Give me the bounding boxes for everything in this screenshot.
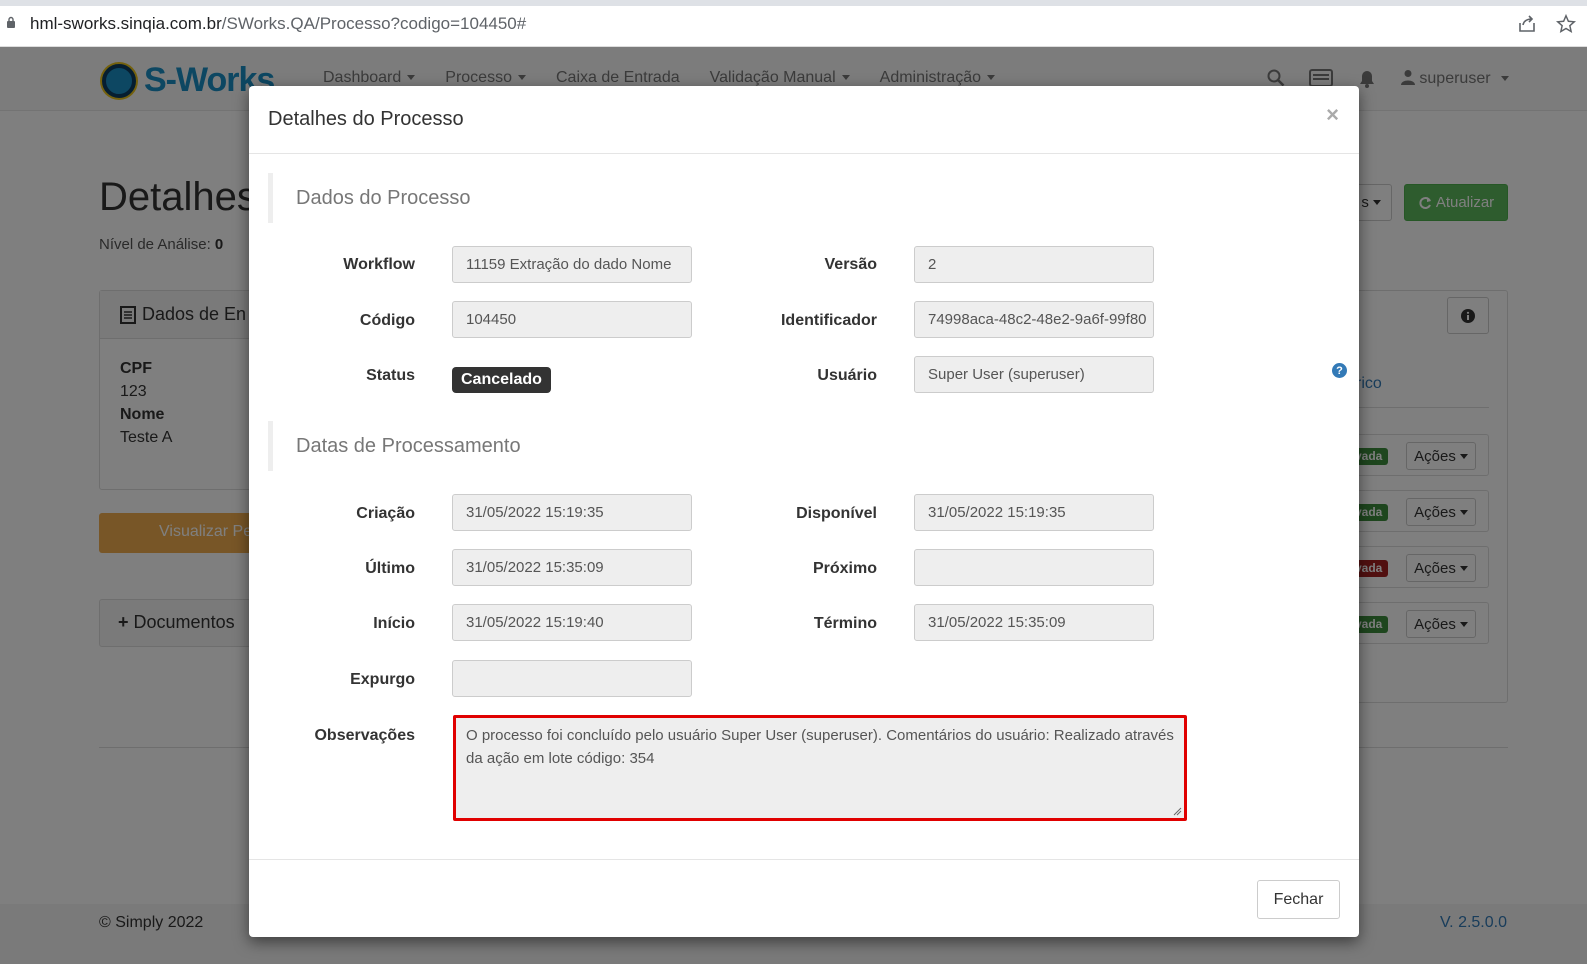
- usuario-field[interactable]: Super User (superuser): [914, 356, 1154, 393]
- identificador-label: Identificador: [780, 312, 877, 329]
- disponivel-field[interactable]: 31/05/2022 15:19:35: [914, 494, 1154, 531]
- modal-title: Detalhes do Processo: [268, 108, 464, 130]
- disponivel-label: Disponível: [796, 505, 877, 522]
- ultimo-field[interactable]: 31/05/2022 15:35:09: [452, 549, 692, 586]
- status-badge-cancelado: Cancelado: [452, 367, 551, 393]
- browser-address-bar: hml-sworks.sinqia.com.br/SWorks.QA/Proce…: [0, 0, 1587, 47]
- versao-field[interactable]: 2: [914, 246, 1154, 283]
- modal-header: Detalhes do Processo ×: [249, 86, 1359, 154]
- ultimo-label: Último: [365, 560, 415, 577]
- share-icon[interactable]: [1517, 14, 1537, 34]
- workflow-label: Workflow: [343, 256, 415, 273]
- help-icon[interactable]: ?: [1332, 363, 1347, 378]
- proximo-label: Próximo: [812, 560, 877, 577]
- proximo-field[interactable]: [914, 549, 1154, 586]
- inicio-label: Início: [373, 615, 415, 632]
- url-host: hml-sworks.sinqia.com.br: [30, 14, 222, 33]
- expurgo-field[interactable]: [452, 660, 692, 697]
- resize-grip-icon[interactable]: [1172, 806, 1182, 816]
- status-label: Status: [366, 367, 415, 384]
- observacoes-label: Observações: [314, 727, 415, 744]
- observacoes-textarea[interactable]: O processo foi concluído pelo usuário Su…: [453, 715, 1187, 821]
- url-field[interactable]: hml-sworks.sinqia.com.br/SWorks.QA/Proce…: [30, 14, 526, 34]
- inicio-field[interactable]: 31/05/2022 15:19:40: [452, 604, 692, 641]
- close-icon[interactable]: ×: [1326, 102, 1339, 128]
- codigo-label: Código: [359, 312, 415, 329]
- codigo-field[interactable]: 104450: [452, 301, 692, 338]
- usuario-label: Usuário: [817, 367, 877, 384]
- section-datas-de-processamento: Datas de Processamento: [268, 421, 568, 471]
- fechar-button[interactable]: Fechar: [1257, 880, 1340, 919]
- criacao-label: Criação: [356, 505, 415, 522]
- browser-tabstrip: [0, 0, 1587, 6]
- lock-icon[interactable]: [6, 16, 16, 29]
- termino-label: Término: [813, 615, 877, 632]
- bookmark-star-icon[interactable]: [1555, 13, 1577, 35]
- criacao-field[interactable]: 31/05/2022 15:19:35: [452, 494, 692, 531]
- identificador-field[interactable]: 74998aca-48c2-48e2-9a6f-99f80: [914, 301, 1154, 338]
- url-path: /SWorks.QA/Processo?codigo=104450#: [221, 14, 527, 33]
- detalhes-processo-modal: Detalhes do Processo × Dados do Processo…: [249, 86, 1359, 937]
- observacoes-text: O processo foi concluído pelo usuário Su…: [466, 727, 1174, 767]
- workflow-field[interactable]: 11159 Extração do dado Nome: [452, 246, 692, 283]
- modal-footer: Fechar: [249, 859, 1359, 937]
- expurgo-label: Expurgo: [350, 671, 415, 688]
- versao-label: Versão: [824, 256, 877, 273]
- termino-field[interactable]: 31/05/2022 15:35:09: [914, 604, 1154, 641]
- section-dados-do-processo: Dados do Processo: [268, 173, 568, 223]
